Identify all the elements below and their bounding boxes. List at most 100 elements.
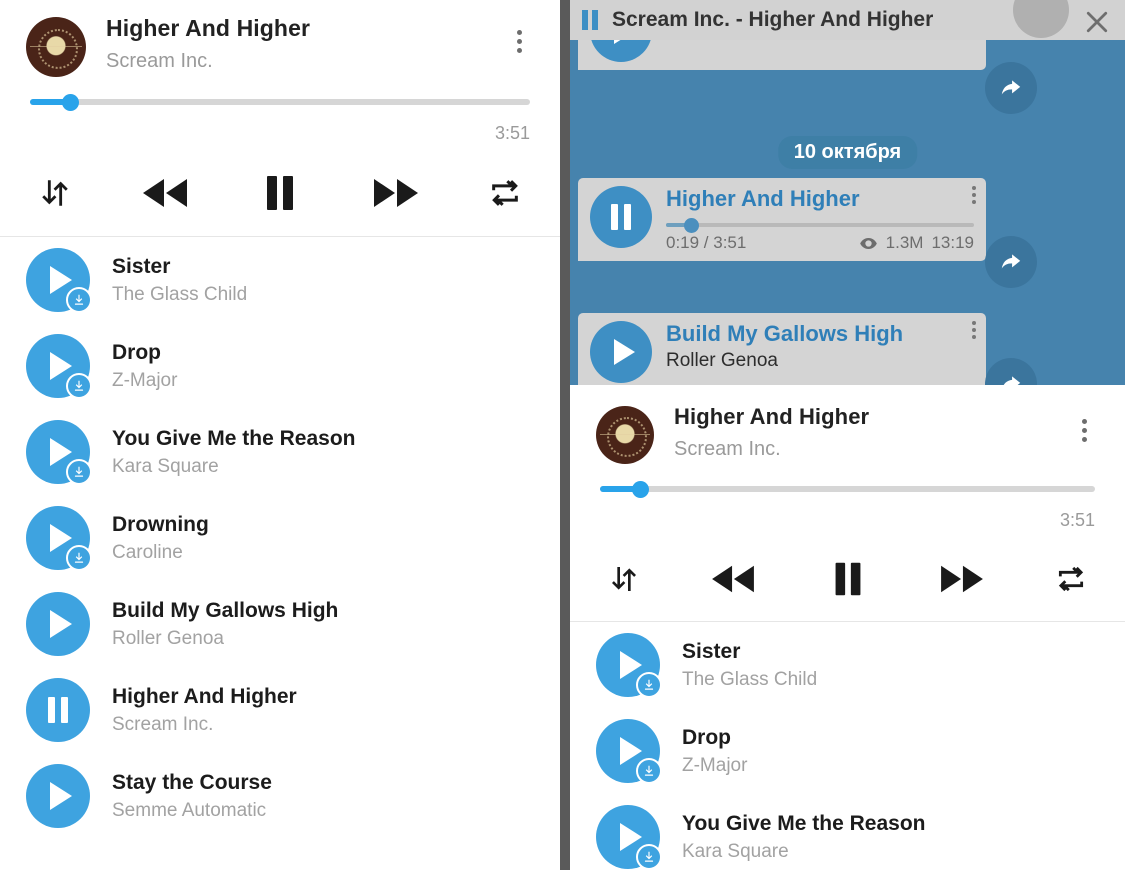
titlebar-title: Scream Inc. - Higher And Higher (612, 8, 934, 31)
play-icon[interactable] (596, 719, 662, 784)
bubble-title: Higher And Higher (666, 186, 860, 211)
left-more-options-button[interactable] (504, 20, 534, 62)
circle-button[interactable] (26, 592, 90, 656)
left-seek-bar[interactable] (30, 93, 530, 111)
list-item[interactable]: Drop Z-Major (570, 708, 1125, 794)
chat-date-chip: 10 октября (777, 136, 918, 169)
download-icon[interactable] (636, 672, 662, 698)
list-item-artist: The Glass Child (682, 668, 818, 690)
share-forward-button[interactable] (985, 358, 1037, 385)
bubble-content: Higher And Higher 0:19 / 3:51 1.3M 13:19 (590, 186, 976, 253)
play-icon[interactable] (596, 805, 662, 870)
left-seek-knob[interactable] (62, 93, 79, 111)
right-seek-bar[interactable] (600, 480, 1095, 498)
download-icon[interactable] (66, 287, 92, 313)
right-seek-knob[interactable] (631, 480, 649, 498)
right-duration-label: 3:51 (1059, 510, 1095, 530)
play-icon[interactable] (26, 334, 92, 399)
play-triangle-icon (613, 339, 635, 365)
list-item-meta: Sister The Glass Child (112, 254, 247, 307)
left-now-playing-header: Higher And Higher Scream Inc. (26, 14, 534, 77)
pause-icon[interactable] (590, 186, 652, 248)
right-more-options-button[interactable] (1069, 409, 1099, 451)
pause-bars-icon (48, 697, 68, 723)
close-icon[interactable] (1079, 4, 1115, 40)
left-now-playing-card: Higher And Higher Scream Inc. 3:51 (0, 0, 560, 236)
shuffle-sort-icon[interactable] (38, 176, 72, 210)
play-icon[interactable] (596, 633, 662, 698)
list-item[interactable]: Stay the Course Semme Automatic (0, 753, 560, 839)
bubble-views: 1.3M (885, 233, 924, 253)
avatar (1013, 0, 1069, 38)
kebab-dot-icon (972, 193, 976, 197)
bubble-seek-bar[interactable] (666, 217, 974, 233)
bubble-sent-at: 13:19 (931, 233, 974, 253)
play-icon[interactable] (590, 321, 652, 383)
list-item[interactable]: Drowning Caroline (0, 495, 560, 581)
play-icon[interactable] (26, 592, 90, 656)
list-item-meta: Higher And Higher Scream Inc. (112, 684, 297, 737)
bubble-content: Build My Gallows High Roller Genoa (590, 321, 976, 383)
play-icon[interactable] (26, 764, 90, 828)
repeat-icon[interactable] (1055, 563, 1087, 595)
left-player-screen: Higher And Higher Scream Inc. 3:51 Siste… (0, 0, 560, 870)
pause-icon[interactable] (26, 678, 90, 742)
titlebar-pause-icon[interactable] (582, 10, 598, 30)
bubble-more-options-button[interactable] (972, 321, 976, 339)
right-messenger-screen: Scream Inc. - Higher And Higher Semm (570, 0, 1125, 870)
list-item[interactable]: Sister The Glass Child (570, 622, 1125, 708)
list-item-title: Drop (112, 340, 161, 364)
mini-player-titlebar: Scream Inc. - Higher And Higher (570, 0, 1125, 40)
list-item-meta: Sister The Glass Child (682, 639, 817, 692)
circle-button[interactable] (26, 678, 90, 742)
list-item[interactable]: Higher And Higher Scream Inc. (0, 667, 560, 753)
download-icon[interactable] (66, 373, 92, 399)
right-transport-controls (596, 539, 1099, 621)
list-item-title: Drowning (112, 512, 209, 536)
previous-icon[interactable] (139, 173, 191, 213)
bubble-body: Higher And Higher 0:19 / 3:51 1.3M 13:19 (666, 186, 976, 253)
download-icon[interactable] (66, 459, 92, 485)
right-player-overlay: Higher And Higher Scream Inc. 3:51 Siste… (570, 385, 1125, 870)
repeat-icon[interactable] (488, 176, 522, 210)
download-icon[interactable] (636, 758, 662, 784)
list-item-meta: You Give Me the Reason Kara Square (112, 426, 356, 479)
play-icon[interactable] (26, 420, 92, 485)
left-seek-row (26, 93, 534, 111)
next-icon[interactable] (370, 173, 422, 213)
bubble-title: Build My Gallows High (666, 321, 904, 346)
list-item-title: Drop (682, 725, 731, 749)
chat-message-bubble[interactable]: Build My Gallows High Roller Genoa (578, 313, 986, 385)
list-item-meta: Drop Z-Major (682, 725, 747, 778)
list-item[interactable]: You Give Me the Reason Kara Square (0, 409, 560, 495)
right-now-playing-card: Higher And Higher Scream Inc. 3:51 (570, 385, 1125, 621)
bubble-seek-knob[interactable] (683, 217, 699, 233)
share-forward-icon (1001, 80, 1021, 95)
share-forward-button[interactable] (985, 62, 1037, 114)
right-track-artist: Scream Inc. (674, 437, 781, 460)
play-icon[interactable] (26, 248, 92, 313)
next-icon[interactable] (937, 560, 987, 598)
chat-message-bubble[interactable]: Higher And Higher 0:19 / 3:51 1.3M 13:19 (578, 178, 986, 262)
list-item[interactable]: Sister The Glass Child (0, 237, 560, 323)
circle-button[interactable] (26, 764, 90, 828)
pause-icon[interactable] (257, 170, 303, 216)
shuffle-sort-icon[interactable] (608, 563, 640, 595)
download-icon[interactable] (636, 844, 662, 870)
list-item[interactable]: Drop Z-Major (0, 323, 560, 409)
list-item-artist: The Glass Child (112, 283, 248, 305)
share-forward-icon (1003, 376, 1021, 385)
list-item[interactable]: Build My Gallows High Roller Genoa (0, 581, 560, 667)
play-triangle-icon (50, 610, 72, 638)
play-icon[interactable] (26, 506, 92, 571)
left-track-list: Sister The Glass Child Drop Z-Major You Give… (0, 237, 560, 839)
bubble-more-options-button[interactable] (972, 186, 976, 204)
pause-icon[interactable] (826, 557, 870, 601)
share-forward-button[interactable] (985, 236, 1037, 288)
previous-icon[interactable] (708, 560, 758, 598)
play-triangle-icon (50, 782, 72, 810)
list-item-artist: Z-Major (682, 754, 748, 776)
download-icon[interactable] (66, 545, 92, 571)
left-track-meta: Higher And Higher Scream Inc. (106, 14, 504, 73)
list-item[interactable]: You Give Me the Reason Kara Square (570, 794, 1125, 870)
